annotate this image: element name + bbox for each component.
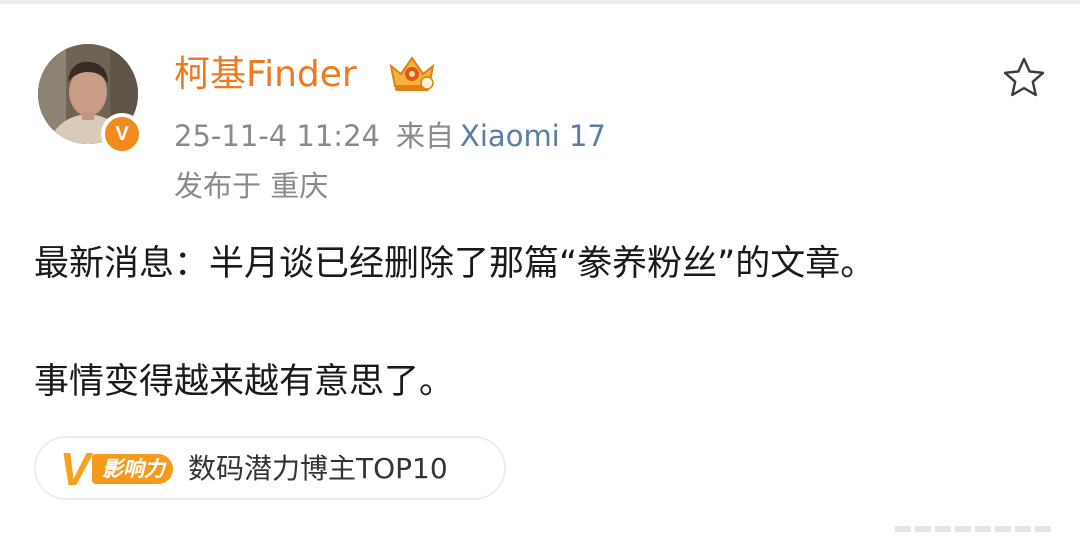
author-username[interactable]: 柯基Finder	[174, 50, 357, 100]
post-text-paragraph: 最新消息：半月谈已经删除了那篇“豢养粉丝”的文章。	[34, 244, 876, 284]
influence-badge: 影响力	[92, 454, 173, 484]
post-meta: 25-11-4 11:24 来自 Xiaomi 17	[174, 116, 606, 156]
influence-tag-label: 数码潜力博主TOP10	[188, 452, 448, 485]
watermark-dots	[895, 526, 1051, 532]
post-text-paragraph: 事情变得越来越有意思了。	[34, 362, 455, 402]
author-avatar[interactable]: V	[38, 44, 143, 155]
source-device-link[interactable]: Xiaomi 17	[460, 119, 606, 153]
source-label: 来自	[395, 119, 454, 153]
post-time: 25-11-4 11:24	[174, 119, 380, 153]
influence-tag-button[interactable]: V 影响力 数码潜力博主TOP10	[34, 436, 506, 500]
crown-badge-icon[interactable]	[387, 52, 437, 94]
star-outline-icon[interactable]	[1002, 56, 1046, 98]
verified-badge-icon: V	[101, 113, 143, 155]
top-divider	[0, 0, 1080, 4]
post-location: 发布于 重庆	[174, 169, 329, 203]
